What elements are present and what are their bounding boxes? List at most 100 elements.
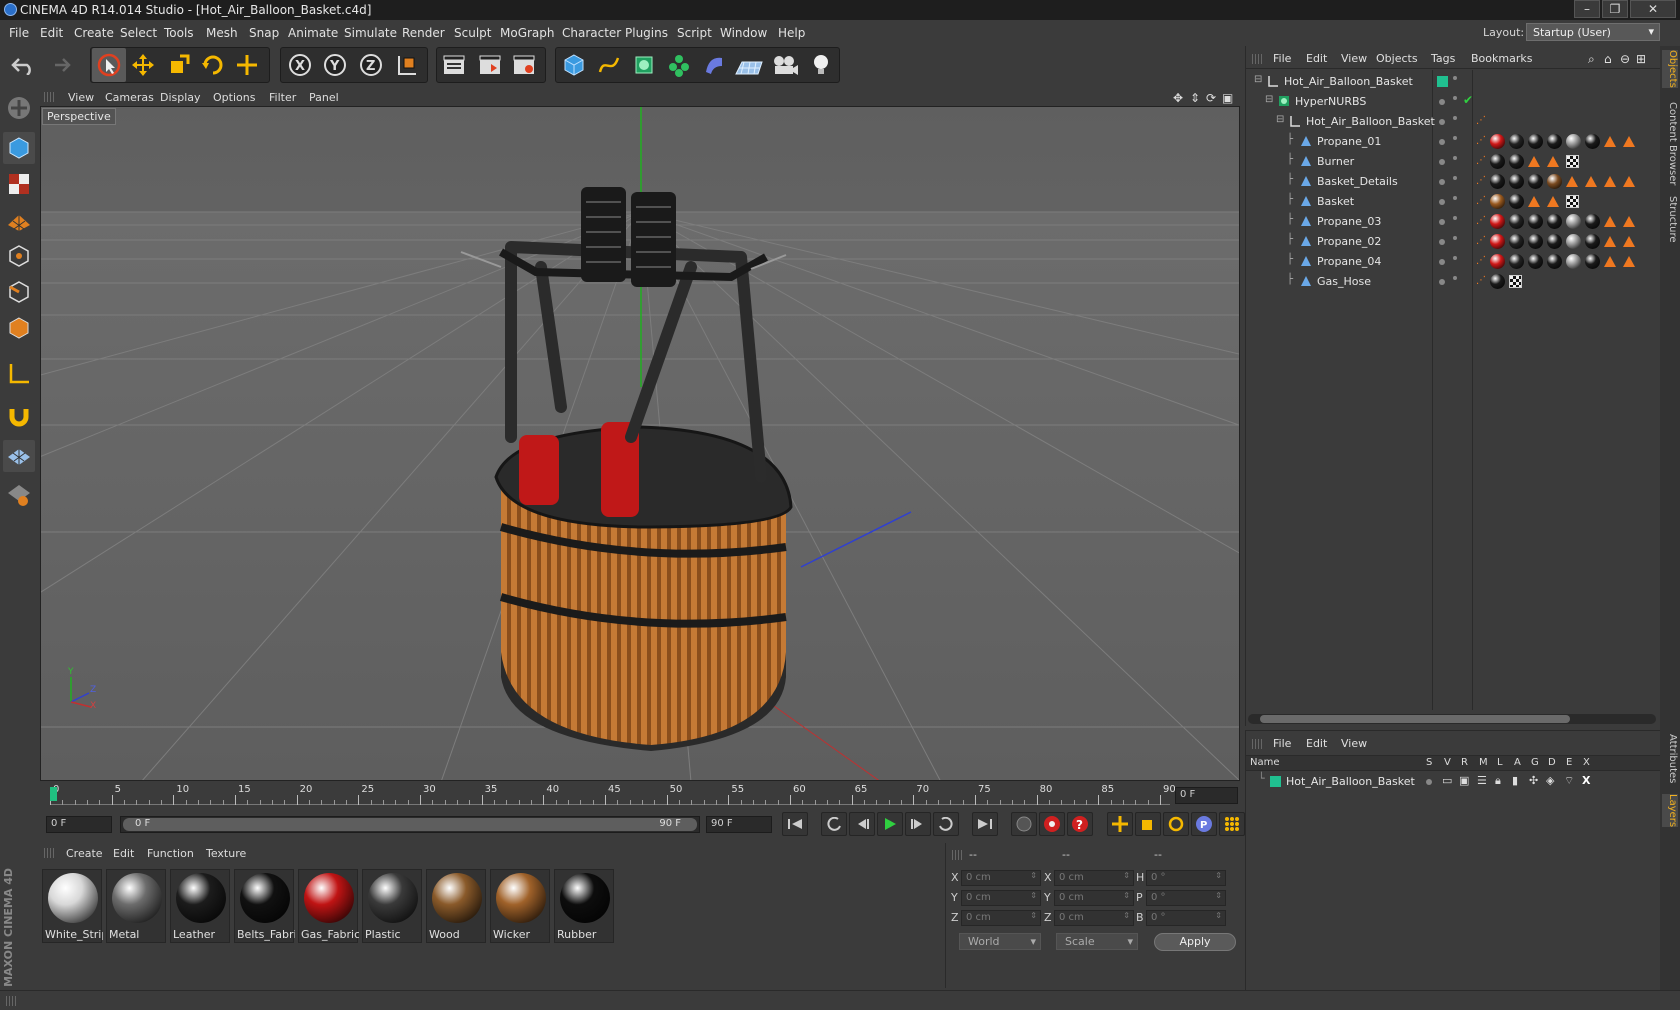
material-tag-icon[interactable] (1509, 174, 1524, 189)
phong-tag-icon[interactable]: ⋰ (1476, 215, 1486, 226)
menu-sculpt[interactable]: Sculpt (454, 26, 491, 40)
material-tag-icon[interactable] (1528, 234, 1543, 249)
timeline-ruler[interactable]: 051015202530354045505560657075808590 0 F (40, 784, 1240, 807)
object-row[interactable]: ├ Basket_Details ⋰ (1246, 172, 1661, 192)
object-row[interactable]: ⊟ HyperNURBS ✔ (1246, 92, 1661, 112)
material-swatch[interactable]: White_Strip (42, 869, 103, 943)
objects-menu-objects[interactable]: Objects (1376, 52, 1418, 65)
coord-value-field[interactable]: 0 cm ⇕ (961, 890, 1041, 906)
start-frame-field[interactable]: 0 F (46, 816, 112, 833)
viewport-zoom-icon[interactable]: ⇕ (1190, 91, 1200, 105)
editor-visibility-dot[interactable] (1439, 219, 1445, 225)
coord-value-field[interactable]: 0 cm ⇕ (1054, 870, 1134, 886)
texture-tag-icon[interactable] (1623, 216, 1635, 227)
texture-tag-icon[interactable] (1604, 176, 1616, 187)
playhead[interactable] (50, 787, 57, 801)
collapse-icon[interactable]: ⊟ (1276, 114, 1284, 125)
tab-content-browser[interactable]: Content Browser (1662, 102, 1678, 185)
layer-column-v[interactable]: V (1444, 757, 1451, 768)
undo-icon[interactable] (6, 48, 40, 82)
object-row[interactable]: ├ Propane_01 ⋰ (1246, 132, 1661, 152)
key-pla-icon[interactable] (1219, 812, 1245, 836)
make-editable-icon[interactable] (3, 92, 35, 124)
texture-tag-icon[interactable] (1623, 236, 1635, 247)
polygons-mode-icon[interactable] (3, 312, 35, 344)
objects-menu-tags[interactable]: Tags (1431, 52, 1455, 65)
previous-frame-icon[interactable] (849, 812, 875, 836)
render-visibility-dot[interactable] (1453, 96, 1457, 100)
object-row[interactable]: ├ Basket ⋰ (1246, 192, 1661, 212)
object-row[interactable]: ⊟ Hot_Air_Balloon_Basket (1246, 72, 1661, 92)
size-mode-dropdown[interactable]: Scale ▾ (1056, 933, 1138, 950)
render-visibility-dot[interactable] (1453, 176, 1457, 180)
layout-dropdown[interactable]: Startup (User) ▾ (1526, 23, 1660, 41)
material-swatch[interactable]: Rubber (554, 869, 614, 943)
material-tag-icon[interactable] (1490, 174, 1505, 189)
texture-mode-icon[interactable] (3, 168, 35, 200)
layer-solo-toggle[interactable] (1426, 779, 1432, 785)
phong-tag-icon[interactable]: ⋰ (1476, 235, 1486, 246)
viewport-move-icon[interactable]: ✥ (1173, 91, 1183, 105)
menu-render[interactable]: Render (402, 26, 445, 40)
render-picture-viewer-icon[interactable] (474, 48, 508, 82)
render-visibility-dot[interactable] (1453, 236, 1457, 240)
uvw-tag-icon[interactable] (1509, 275, 1522, 288)
material-tag-icon[interactable] (1509, 134, 1524, 149)
object-row[interactable]: ├ Burner ⋰ (1246, 152, 1661, 172)
layer-row[interactable]: └ Hot_Air_Balloon_Basket ▭ ▣ ☰ 🔒︎ ▮ ✣ ◈ … (1246, 772, 1661, 792)
light-object-icon[interactable] (804, 48, 838, 82)
layer-animation-icon[interactable]: ▮ (1512, 774, 1518, 787)
spline-pen-icon[interactable] (592, 48, 626, 82)
deformer-icon[interactable] (697, 48, 731, 82)
layer-color-swatch[interactable] (1270, 776, 1281, 787)
phong-tag-icon[interactable]: ⋰ (1476, 195, 1486, 206)
workplane-lock-icon[interactable] (3, 440, 35, 472)
new-panel-icon[interactable]: ⊞ (1636, 52, 1646, 66)
material-tag-icon[interactable] (1547, 234, 1562, 249)
play-forward-icon[interactable] (877, 812, 903, 836)
objects-menu-file[interactable]: File (1273, 52, 1291, 65)
uvw-tag-icon[interactable] (1566, 155, 1579, 168)
model-mode-icon[interactable] (3, 132, 35, 164)
render-visibility-dot[interactable] (1453, 216, 1457, 220)
object-row[interactable]: ├ Propane_03 ⋰ (1246, 212, 1661, 232)
keyframe-selection-icon[interactable]: ? (1067, 812, 1093, 836)
texture-tag-icon[interactable] (1585, 176, 1597, 187)
editor-visibility-dot[interactable] (1439, 99, 1445, 105)
render-visibility-dot[interactable] (1453, 276, 1457, 280)
phong-tag-icon[interactable]: ⋰ (1476, 175, 1486, 186)
editor-visibility-dot[interactable] (1439, 259, 1445, 265)
apply-button[interactable]: Apply (1154, 933, 1236, 951)
material-tag-icon[interactable] (1490, 134, 1505, 149)
material-tag-icon[interactable] (1490, 234, 1505, 249)
texture-tag-icon[interactable] (1566, 176, 1578, 187)
perspective-viewport[interactable]: Y Z X Perspective (40, 106, 1240, 781)
menu-animate[interactable]: Animate (288, 26, 338, 40)
coord-value-field[interactable]: 0 ° ⇕ (1146, 870, 1226, 886)
material-menu-edit[interactable]: Edit (113, 847, 134, 860)
layers-menu-view[interactable]: View (1341, 737, 1367, 750)
material-swatch[interactable]: Metal (106, 869, 166, 943)
material-tag-icon[interactable] (1547, 174, 1562, 189)
key-parameter-icon[interactable]: P (1191, 812, 1217, 836)
object-row[interactable]: ⊟ Hot_Air_Balloon_Basket ⋰ (1246, 112, 1661, 132)
balloon-basket-model[interactable] (460, 187, 793, 751)
material-swatch[interactable]: Wicker (490, 869, 550, 943)
tab-structure[interactable]: Structure (1662, 196, 1678, 243)
material-swatch[interactable]: Plastic (362, 869, 422, 943)
layer-render-icon[interactable]: ▣ (1459, 774, 1469, 787)
object-row[interactable]: ├ Gas_Hose ⋰ (1246, 272, 1661, 292)
material-tag-icon[interactable] (1566, 234, 1581, 249)
layer-column-g[interactable]: G (1531, 757, 1539, 768)
material-tag-icon[interactable] (1585, 134, 1600, 149)
coord-value-field[interactable]: 0 ° ⇕ (1146, 890, 1226, 906)
menu-select[interactable]: Select (120, 26, 157, 40)
close-button[interactable]: ✕ (1630, 0, 1676, 18)
menu-mesh[interactable]: Mesh (206, 26, 238, 40)
viewport-menu-display[interactable]: Display (160, 91, 201, 104)
subdivision-surface-icon[interactable] (627, 48, 661, 82)
home-icon[interactable]: ⌂ (1604, 52, 1612, 66)
viewport-menu-panel[interactable]: Panel (309, 91, 339, 104)
menu-create[interactable]: Create (74, 26, 114, 40)
layer-expressions-icon[interactable]: ⌔ (1564, 774, 1574, 788)
